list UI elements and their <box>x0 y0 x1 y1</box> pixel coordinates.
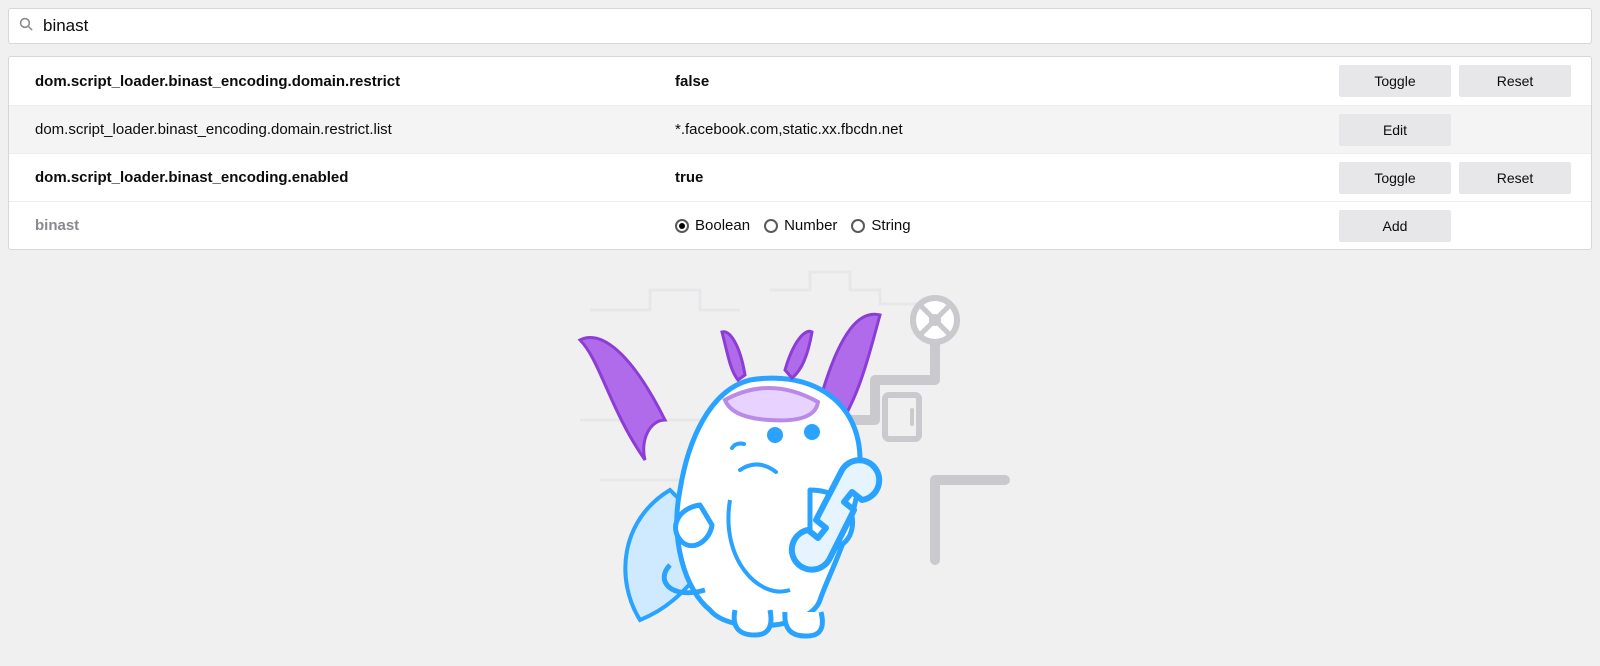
pref-row: dom.script_loader.binast_encoding.domain… <box>9 105 1591 153</box>
search-bar[interactable] <box>8 8 1592 44</box>
radio-number[interactable]: Number <box>764 217 837 234</box>
type-radio-group: Boolean Number String <box>675 217 911 234</box>
radio-label: String <box>871 217 910 234</box>
radio-icon <box>675 219 689 233</box>
pref-value: true <box>675 169 1331 186</box>
toggle-button[interactable]: Toggle <box>1339 162 1451 194</box>
pref-value: *.facebook.com,static.xx.fbcdn.net <box>675 121 1331 138</box>
add-button[interactable]: Add <box>1339 210 1451 242</box>
new-pref-row: binast Boolean Number String <box>9 201 1591 249</box>
pref-table: dom.script_loader.binast_encoding.domain… <box>8 56 1592 250</box>
mascot-illustration <box>560 260 1040 660</box>
pref-name: dom.script_loader.binast_encoding.enable… <box>35 169 675 186</box>
search-icon <box>19 17 33 35</box>
pref-row: dom.script_loader.binast_encoding.domain… <box>9 57 1591 105</box>
radio-label: Number <box>784 217 837 234</box>
toggle-button[interactable]: Toggle <box>1339 65 1451 97</box>
reset-button[interactable]: Reset <box>1459 65 1571 97</box>
edit-button[interactable]: Edit <box>1339 114 1451 146</box>
reset-button[interactable]: Reset <box>1459 162 1571 194</box>
radio-label: Boolean <box>695 217 750 234</box>
radio-boolean[interactable]: Boolean <box>675 217 750 234</box>
pref-value: false <box>675 73 1331 90</box>
new-pref-name: binast <box>35 217 675 234</box>
radio-icon <box>851 219 865 233</box>
radio-string[interactable]: String <box>851 217 910 234</box>
pref-row: dom.script_loader.binast_encoding.enable… <box>9 153 1591 201</box>
radio-icon <box>764 219 778 233</box>
search-input[interactable] <box>41 15 1581 37</box>
spacer <box>1459 114 1571 146</box>
pref-name: dom.script_loader.binast_encoding.domain… <box>35 121 675 138</box>
pref-name: dom.script_loader.binast_encoding.domain… <box>35 73 675 90</box>
spacer <box>1459 210 1571 242</box>
